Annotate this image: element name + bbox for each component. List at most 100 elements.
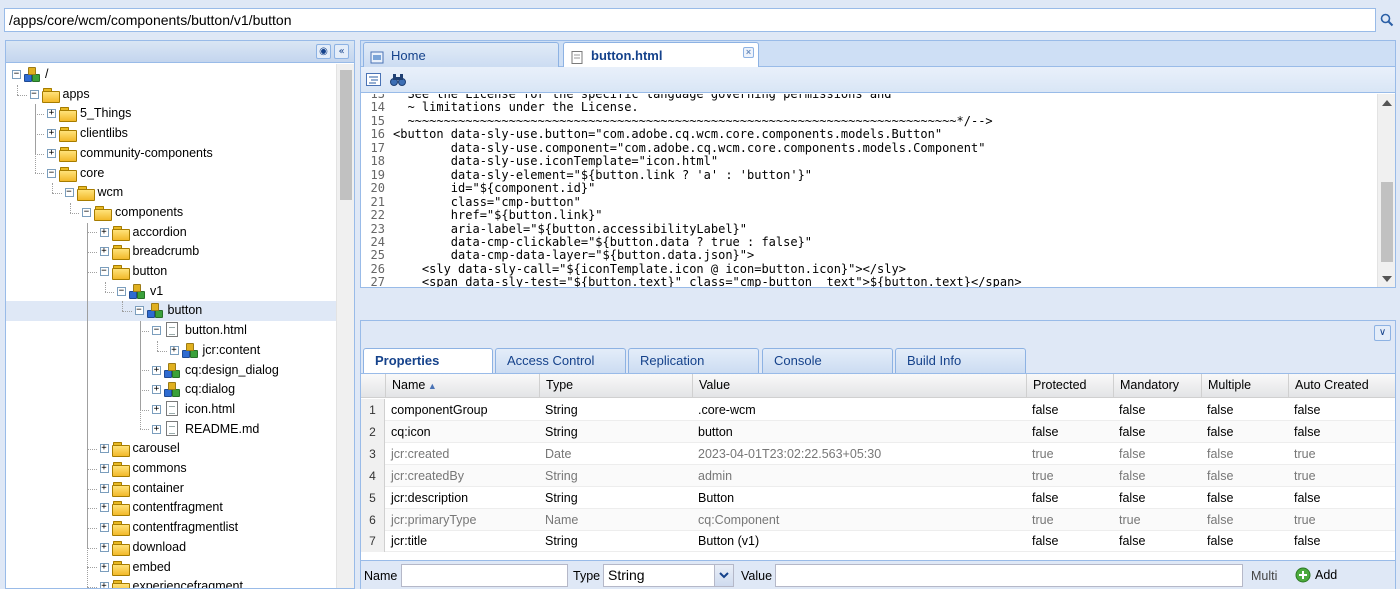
column-header-value[interactable]: Value	[692, 374, 1026, 398]
column-header-type[interactable]: Type	[539, 374, 692, 398]
collapse-icon[interactable]: −	[152, 326, 161, 336]
tree-item[interactable]: + contentfragmentlist	[6, 518, 337, 538]
expand-icon[interactable]: +	[99, 562, 109, 572]
search-icon[interactable]	[1378, 10, 1396, 30]
collapse-icon[interactable]: −	[99, 267, 109, 276]
table-row[interactable]: 3 jcr:created Date 2023-04-01T23:02:22.563+…	[361, 442, 1395, 465]
expand-icon[interactable]: +	[99, 483, 109, 493]
expand-icon[interactable]: +	[99, 464, 109, 473]
tree-item[interactable]: + README.md	[6, 420, 337, 440]
table-cell: true	[1294, 512, 1316, 527]
tree-item[interactable]: + container	[6, 479, 337, 499]
value-input[interactable]	[775, 564, 1243, 587]
tree-item[interactable]: − /	[6, 65, 337, 85]
collapse-down-icon[interactable]: ∨	[1374, 325, 1391, 341]
expand-icon[interactable]: +	[152, 424, 161, 434]
expand-icon[interactable]: +	[99, 503, 109, 513]
collapse-left-icon[interactable]: «	[334, 44, 349, 59]
collapse-icon[interactable]: −	[117, 286, 126, 296]
tab-replication[interactable]: Replication	[628, 348, 759, 373]
expand-icon[interactable]: +	[152, 385, 161, 395]
scroll-down-icon[interactable]	[1382, 276, 1392, 282]
tree-item[interactable]: + experiencefragment	[6, 577, 337, 588]
tree-item[interactable]: − button.html	[6, 321, 337, 341]
tree-item[interactable]: + cq:dialog	[6, 380, 337, 400]
tree-item-label: button	[167, 303, 203, 318]
tab-properties[interactable]: Properties	[363, 348, 493, 374]
collapse-icon[interactable]: −	[12, 70, 21, 79]
tree-item[interactable]: + carousel	[6, 439, 337, 459]
close-icon[interactable]: ×	[743, 47, 754, 58]
tree-item[interactable]: − button	[6, 262, 337, 282]
tree-item[interactable]: + cq:design_dialog	[6, 361, 337, 381]
expand-icon[interactable]: +	[47, 129, 56, 139]
column-header-protected[interactable]: Protected	[1026, 374, 1113, 398]
expand-icon[interactable]: +	[47, 148, 56, 158]
tree-item[interactable]: − v1	[6, 282, 337, 302]
tree-item[interactable]: + download	[6, 538, 337, 558]
tree-item[interactable]: + clientlibs	[6, 124, 337, 144]
tree-item[interactable]: +5_Things	[6, 104, 337, 124]
table-row[interactable]: 7 jcr:title String Button (v1) false false fal…	[361, 530, 1395, 553]
table-row[interactable]: 6 jcr:primaryType Name cq:Component true true…	[361, 508, 1395, 531]
tree-item[interactable]: + accordion	[6, 223, 337, 243]
collapse-icon[interactable]: −	[29, 89, 39, 99]
tree-item[interactable]: + commons	[6, 459, 337, 479]
collapse-icon[interactable]: −	[47, 168, 56, 178]
binoculars-icon[interactable]: ◉	[316, 44, 331, 59]
tree-item[interactable]: − apps	[6, 85, 337, 105]
table-row[interactable]: 2 cq:icon String button false false false false	[361, 420, 1395, 443]
expand-icon[interactable]: +	[169, 345, 179, 355]
tree-item[interactable]: − components	[6, 203, 337, 223]
expand-icon[interactable]: +	[99, 582, 109, 588]
tree-scrollbar[interactable]	[336, 64, 354, 588]
scroll-up-icon[interactable]	[1382, 100, 1392, 106]
tree-item[interactable]: − button	[6, 301, 337, 322]
tab-home[interactable]: Home	[363, 42, 559, 67]
tree-item[interactable]: + breadcrumb	[6, 242, 337, 262]
code-scrollbar-thumb[interactable]	[1381, 182, 1393, 262]
tree-item[interactable]: + community-components	[6, 144, 337, 164]
expand-icon[interactable]: +	[99, 227, 109, 237]
multi-label[interactable]: Multi	[1251, 569, 1277, 583]
tab-build-info[interactable]: Build Info	[895, 348, 1026, 373]
column-header-mandatory[interactable]: Mandatory	[1113, 374, 1201, 398]
table-row[interactable]: 4 jcr:createdBy String admin true false false t…	[361, 464, 1395, 487]
folder-icon	[41, 86, 60, 103]
table-row[interactable]: 1 componentGroup String .core-wcm false false…	[361, 399, 1395, 421]
format-icon[interactable]	[365, 71, 383, 89]
tab-console[interactable]: Console	[762, 348, 893, 373]
expand-icon[interactable]: +	[47, 109, 56, 119]
collapse-icon[interactable]: −	[82, 207, 91, 217]
expand-icon[interactable]: +	[152, 365, 161, 375]
tree-item[interactable]: + embed	[6, 558, 337, 578]
code-scrollbar[interactable]	[1377, 94, 1395, 287]
binoculars-icon[interactable]	[389, 71, 407, 89]
collapse-icon[interactable]: −	[134, 306, 144, 316]
type-select[interactable]: String	[603, 564, 715, 587]
expand-icon[interactable]: +	[99, 523, 109, 533]
column-header-auto-created[interactable]: Auto Created	[1288, 374, 1378, 398]
expand-icon[interactable]: +	[99, 542, 109, 552]
panel-splitter[interactable]	[360, 290, 1396, 320]
tree-item[interactable]: + jcr:content	[6, 341, 337, 361]
table-cell: false	[1119, 490, 1146, 505]
tab-button-html[interactable]: button.html ×	[563, 42, 759, 68]
tree-scrollbar-thumb[interactable]	[340, 70, 352, 200]
expand-icon[interactable]: +	[99, 247, 109, 257]
expand-icon[interactable]: +	[99, 444, 109, 454]
chevron-down-icon[interactable]	[715, 564, 734, 587]
path-input[interactable]: /apps/core/wcm/components/button/v1/butt…	[4, 8, 1376, 32]
tree-item[interactable]: + contentfragment	[6, 498, 337, 518]
tree-item[interactable]: − core	[6, 164, 337, 184]
column-header-multiple[interactable]: Multiple	[1201, 374, 1288, 398]
expand-icon[interactable]: +	[152, 404, 161, 414]
tab-access-control[interactable]: Access Control	[495, 348, 626, 373]
add-button[interactable]: Add	[1293, 564, 1353, 587]
tree-item[interactable]: + icon.html	[6, 400, 337, 420]
name-input[interactable]	[401, 564, 568, 587]
table-row[interactable]: 5 jcr:description String Button false false fa…	[361, 486, 1395, 509]
collapse-icon[interactable]: −	[64, 188, 74, 198]
code-editor[interactable]: 13 See the License for the specific lang…	[361, 94, 1377, 287]
column-header-name[interactable]: Name ▲	[385, 374, 539, 398]
